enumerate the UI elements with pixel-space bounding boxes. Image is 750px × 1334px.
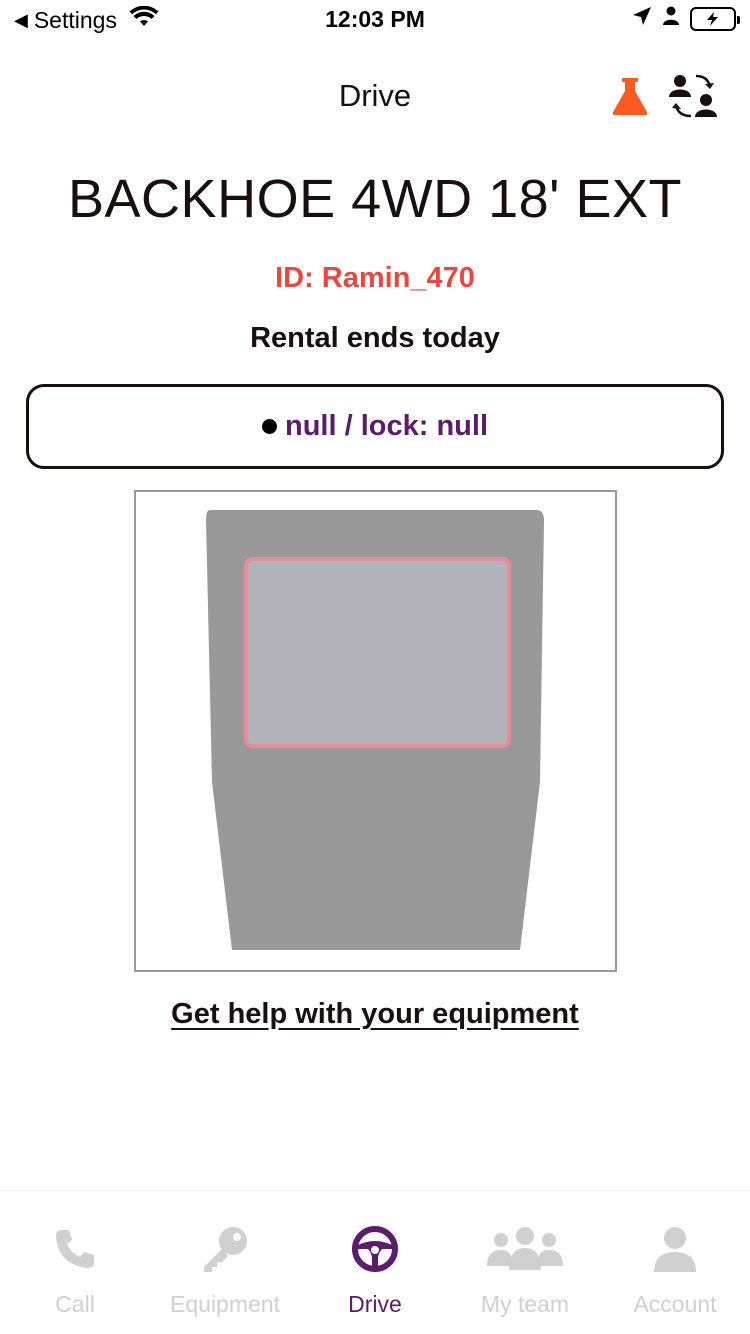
tab-bar: Call Equipment Drive My team Account [0,1190,750,1334]
person-status-icon [662,6,680,31]
tab-label: Account [633,1291,717,1317]
tab-call[interactable]: Call [0,1191,150,1334]
steering-wheel-icon [351,1223,399,1275]
help-link-row: Get help with your equipment [0,998,750,1031]
battery-icon [690,6,740,31]
rental-status: Rental ends today [250,322,500,354]
person-icon [652,1223,698,1275]
tab-label: My team [480,1291,570,1317]
status-bar-right [632,6,740,31]
key-icon [200,1223,250,1275]
team-swap-icon[interactable] [664,70,722,122]
lock-status-text: null / lock: null [285,410,488,442]
tab-label: Call [55,1291,95,1317]
tab-equipment[interactable]: Equipment [150,1191,300,1334]
tab-label: Equipment [170,1291,280,1317]
status-bar: ◀ Settings 12:03 PM [0,0,750,42]
lock-status-box: null / lock: null [26,384,724,469]
status-dot-icon [262,419,277,434]
group-icon [487,1223,563,1275]
location-arrow-icon [632,6,652,31]
tab-label: Drive [348,1291,402,1317]
tab-account[interactable]: Account [600,1191,750,1334]
tab-drive[interactable]: Drive [300,1191,450,1334]
equipment-name: BACKHOE 4WD 18' EXT [68,169,682,229]
equipment-id: ID: Ramin_470 [275,262,475,294]
get-help-link[interactable]: Get help with your equipment [171,998,579,1030]
equipment-image [134,490,617,972]
equipment-silhouette [206,510,544,950]
phone-icon [53,1223,97,1275]
tab-my-team[interactable]: My team [450,1191,600,1334]
flask-icon[interactable] [608,74,652,118]
